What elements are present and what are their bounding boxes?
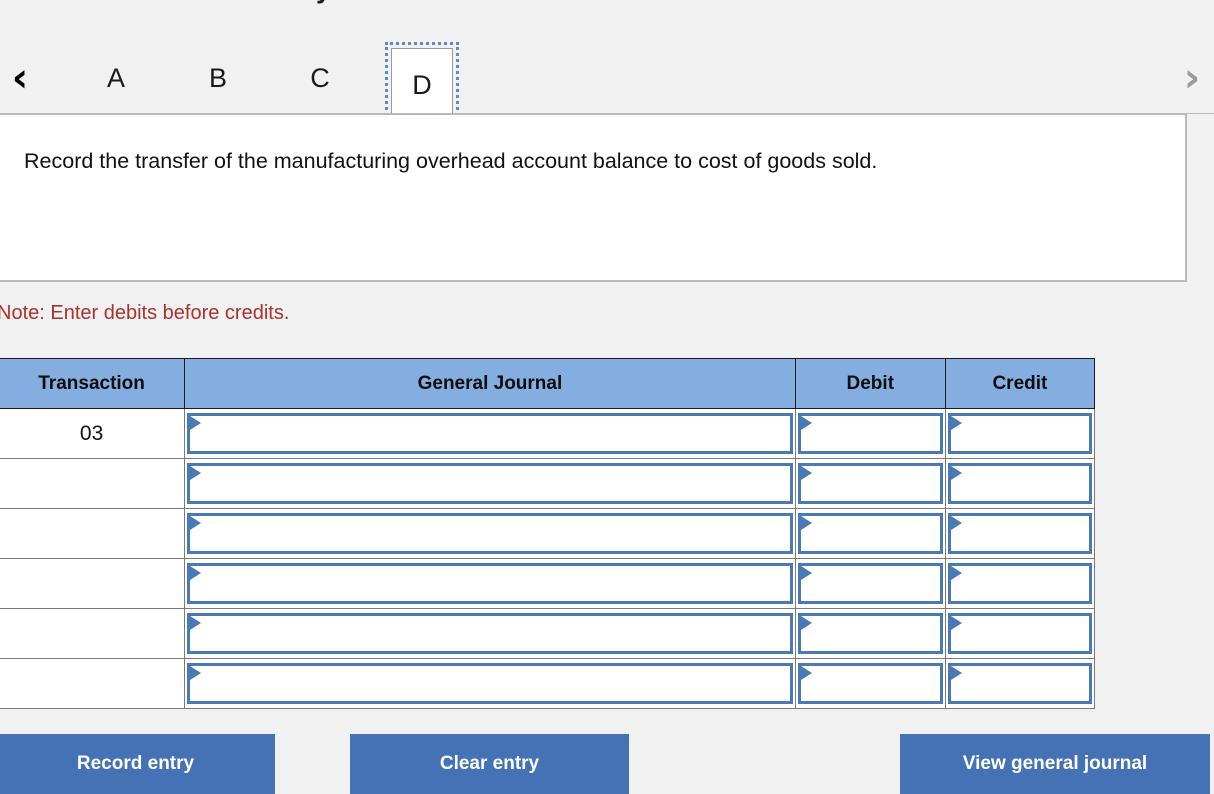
- general-journal-input[interactable]: [187, 563, 793, 604]
- question-panel: Record the transfer of the manufacturing…: [0, 113, 1187, 282]
- credit-input-cell[interactable]: [944, 408, 1096, 459]
- table-row: [0, 558, 1096, 609]
- table-body: 03: [0, 408, 1096, 709]
- question-text: Record the transfer of the manufacturing…: [24, 149, 878, 173]
- dropdown-arrow-icon[interactable]: [190, 466, 202, 480]
- debit-input[interactable]: [797, 513, 943, 554]
- credit-input-cell[interactable]: [944, 508, 1096, 559]
- debit-input[interactable]: [797, 413, 943, 454]
- journal-entry-worksheet: Journal entry worksheet ‹ A B C D › Reco…: [0, 0, 1214, 794]
- view-general-journal-button[interactable]: View general journal: [900, 734, 1210, 794]
- credit-input[interactable]: [947, 413, 1092, 454]
- table-row: [0, 458, 1096, 509]
- transaction-cell[interactable]: [0, 608, 186, 659]
- dropdown-arrow-icon[interactable]: [800, 566, 812, 580]
- transaction-cell[interactable]: [0, 458, 186, 509]
- transaction-cell[interactable]: [0, 558, 186, 609]
- dropdown-arrow-icon[interactable]: [190, 416, 202, 430]
- general-journal-input-cell[interactable]: [184, 608, 796, 659]
- previous-arrow-icon[interactable]: ‹: [0, 57, 40, 99]
- debit-input[interactable]: [797, 563, 943, 604]
- general-journal-input-cell[interactable]: [184, 558, 796, 609]
- record-entry-button[interactable]: Record entry: [0, 734, 275, 794]
- general-journal-input[interactable]: [187, 663, 793, 704]
- general-journal-input-cell[interactable]: [184, 508, 796, 559]
- dropdown-arrow-icon[interactable]: [190, 516, 202, 530]
- transaction-cell[interactable]: 03: [0, 408, 186, 459]
- table-row: [0, 658, 1096, 709]
- credit-input[interactable]: [947, 463, 1092, 504]
- table-header-row: Transaction General Journal Debit Credit: [0, 358, 1096, 409]
- dropdown-arrow-icon[interactable]: [950, 666, 962, 680]
- general-journal-table: Transaction General Journal Debit Credit…: [0, 358, 1096, 709]
- dropdown-arrow-icon[interactable]: [950, 516, 962, 530]
- column-header-debit: Debit: [794, 358, 946, 409]
- general-journal-input[interactable]: [187, 413, 793, 454]
- dropdown-arrow-icon[interactable]: [950, 616, 962, 630]
- credit-input[interactable]: [947, 563, 1092, 604]
- credit-input-cell[interactable]: [944, 608, 1096, 659]
- table-row: 03: [0, 408, 1096, 459]
- dropdown-arrow-icon[interactable]: [800, 516, 812, 530]
- general-journal-input-cell[interactable]: [184, 458, 796, 509]
- next-arrow-icon[interactable]: ›: [1172, 57, 1212, 99]
- debit-input[interactable]: [797, 613, 943, 654]
- table-row: [0, 608, 1096, 659]
- general-journal-input-cell[interactable]: [184, 658, 796, 709]
- dropdown-arrow-icon[interactable]: [800, 416, 812, 430]
- general-journal-input[interactable]: [187, 613, 793, 654]
- dropdown-arrow-icon[interactable]: [800, 616, 812, 630]
- dropdown-arrow-icon[interactable]: [950, 466, 962, 480]
- credit-input-cell[interactable]: [944, 558, 1096, 609]
- debit-input-cell[interactable]: [794, 508, 946, 559]
- tab-d[interactable]: D: [385, 42, 459, 127]
- debit-input-cell[interactable]: [794, 608, 946, 659]
- debit-input[interactable]: [797, 463, 943, 504]
- dropdown-arrow-icon[interactable]: [800, 666, 812, 680]
- debit-input-cell[interactable]: [794, 658, 946, 709]
- column-header-transaction: Transaction: [0, 358, 186, 409]
- credit-input[interactable]: [947, 663, 1092, 704]
- debit-input-cell[interactable]: [794, 458, 946, 509]
- clear-entry-button[interactable]: Clear entry: [350, 734, 629, 794]
- dropdown-arrow-icon[interactable]: [190, 566, 202, 580]
- general-journal-input[interactable]: [187, 463, 793, 504]
- dropdown-arrow-icon[interactable]: [950, 566, 962, 580]
- table-row: [0, 508, 1096, 559]
- tab-bar: ‹ A B C D ›: [0, 13, 1214, 127]
- general-journal-input-cell[interactable]: [184, 408, 796, 459]
- tab-c[interactable]: C: [289, 48, 351, 108]
- credit-input[interactable]: [947, 513, 1092, 554]
- transaction-cell[interactable]: [0, 508, 186, 559]
- dropdown-arrow-icon[interactable]: [190, 616, 202, 630]
- worksheet-title: Journal entry worksheet: [0, 0, 1214, 5]
- dropdown-arrow-icon[interactable]: [800, 466, 812, 480]
- credit-input-cell[interactable]: [944, 458, 1096, 509]
- dropdown-arrow-icon[interactable]: [190, 666, 202, 680]
- tab-b[interactable]: B: [187, 48, 249, 108]
- debits-before-credits-note: Note: Enter debits before credits.: [0, 302, 290, 324]
- dropdown-arrow-icon[interactable]: [950, 416, 962, 430]
- tab-a[interactable]: A: [85, 48, 147, 108]
- debit-input-cell[interactable]: [794, 558, 946, 609]
- general-journal-input[interactable]: [187, 513, 793, 554]
- debit-input-cell[interactable]: [794, 408, 946, 459]
- debit-input[interactable]: [797, 663, 943, 704]
- column-header-credit: Credit: [944, 358, 1096, 409]
- credit-input[interactable]: [947, 613, 1092, 654]
- transaction-cell[interactable]: [0, 658, 186, 709]
- column-header-general-journal: General Journal: [184, 358, 796, 409]
- credit-input-cell[interactable]: [944, 658, 1096, 709]
